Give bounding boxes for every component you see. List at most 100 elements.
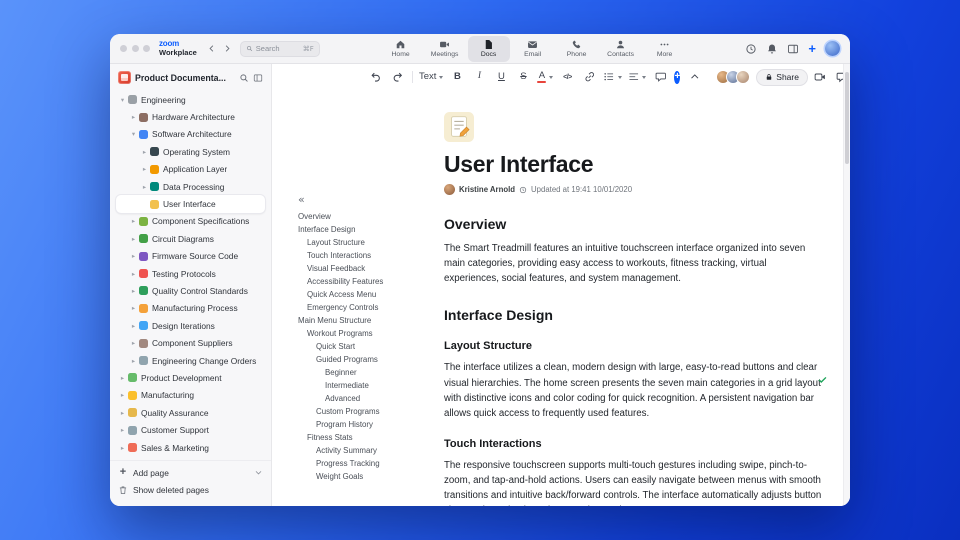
bullet-list-button[interactable] — [603, 69, 622, 86]
scrollbar[interactable] — [843, 64, 850, 506]
code-button[interactable]: </> — [559, 69, 575, 86]
maximize-window-button[interactable] — [143, 45, 150, 52]
chevron-right-icon[interactable]: ▸ — [118, 426, 127, 434]
outline-item-intermediate[interactable]: Intermediate — [298, 379, 444, 392]
notifications-bell-icon[interactable] — [766, 43, 778, 55]
outline-item-advanced[interactable]: Advanced — [298, 392, 444, 405]
outline-item-overview[interactable]: Overview — [298, 210, 444, 223]
outline-item-custom-programs[interactable]: Custom Programs — [298, 405, 444, 418]
sidebar-item-software-architecture[interactable]: ▾ Software Architecture — [116, 126, 265, 143]
sidebar-item-firmware-source-code[interactable]: ▸ Firmware Source Code — [116, 248, 265, 265]
global-search-input[interactable]: Search ⌘F — [239, 40, 320, 57]
outline-item-layout-structure[interactable]: Layout Structure — [298, 236, 444, 249]
chevron-right-icon[interactable]: ▸ — [129, 252, 138, 260]
sidebar-search-icon[interactable] — [239, 73, 249, 83]
chevron-right-icon[interactable]: ▸ — [129, 322, 138, 330]
add-page-button[interactable]: + Add page — [118, 464, 263, 481]
sidebar-item-sales-marketing[interactable]: ▸ Sales & Marketing — [116, 439, 265, 456]
doc-title[interactable]: User Interface — [444, 151, 822, 178]
chevron-right-icon[interactable]: ▸ — [129, 113, 138, 121]
outline-item-weight-goals[interactable]: Weight Goals — [298, 470, 444, 483]
back-button[interactable] — [207, 40, 216, 58]
collaborator-avatar[interactable] — [736, 70, 751, 84]
side-panel-icon[interactable] — [787, 43, 799, 55]
chevron-right-icon[interactable]: ▸ — [140, 165, 149, 173]
chevron-right-icon[interactable]: ▸ — [118, 444, 127, 452]
history-clock-icon[interactable] — [745, 43, 757, 55]
chevron-right-icon[interactable]: ▸ — [118, 409, 127, 417]
sidebar-item-quality-assurance[interactable]: ▸ Quality Assurance — [116, 404, 265, 421]
tab-docs[interactable]: Docs — [467, 35, 510, 62]
undo-button[interactable] — [368, 69, 384, 86]
outline-item-guided-programs[interactable]: Guided Programs — [298, 353, 444, 366]
outline-item-quick-start[interactable]: Quick Start — [298, 340, 444, 353]
tab-meetings[interactable]: Meetings — [424, 36, 466, 62]
chevron-right-icon[interactable]: ▸ — [118, 374, 127, 382]
chevron-right-icon[interactable]: ▸ — [129, 270, 138, 278]
video-camera-icon[interactable] — [814, 71, 826, 83]
sidebar-item-application-layer[interactable]: ▸ Application Layer — [116, 161, 265, 178]
link-button[interactable] — [581, 69, 597, 86]
insert-block-button[interactable]: + — [674, 70, 681, 84]
chevron-down-icon[interactable] — [254, 468, 263, 477]
outline-item-interface-design[interactable]: Interface Design — [298, 223, 444, 236]
scrollbar-thumb[interactable] — [844, 72, 849, 164]
show-deleted-pages-button[interactable]: Show deleted pages — [118, 481, 263, 498]
outline-item-beginner[interactable]: Beginner — [298, 366, 444, 379]
touch-interactions-heading[interactable]: Touch Interactions — [444, 438, 822, 450]
outline-item-accessibility-features[interactable]: Accessibility Features — [298, 275, 444, 288]
chevron-right-icon[interactable]: ▸ — [118, 391, 127, 399]
tab-more[interactable]: More — [644, 36, 686, 62]
sidebar-item-testing-protocols[interactable]: ▸ Testing Protocols — [116, 265, 265, 282]
outline-item-fitness-stats[interactable]: Fitness Stats — [298, 431, 444, 444]
sidebar-item-user-interface[interactable]: User Interface — [116, 195, 265, 213]
workspace-name[interactable]: Product Documenta... — [135, 73, 235, 83]
underline-button[interactable]: U — [493, 69, 509, 86]
user-avatar[interactable] — [824, 41, 840, 56]
outline-item-touch-interactions[interactable]: Touch Interactions — [298, 249, 444, 262]
sidebar-item-manufacturing-process[interactable]: ▸ Manufacturing Process — [116, 300, 265, 317]
sidebar-item-quality-control-standards[interactable]: ▸ Quality Control Standards — [116, 282, 265, 299]
chevron-right-icon[interactable]: ▸ — [129, 339, 138, 347]
sidebar-item-product-development[interactable]: ▸ Product Development — [116, 369, 265, 386]
sidebar-item-operating-system[interactable]: ▸ Operating System — [116, 143, 265, 160]
outline-item-emergency-controls[interactable]: Emergency Controls — [298, 301, 444, 314]
resolved-check-icon[interactable] — [817, 374, 828, 385]
collapse-toolbar-button[interactable] — [686, 69, 702, 86]
forward-button[interactable] — [223, 40, 232, 58]
chevron-down-icon[interactable]: ▾ — [118, 96, 127, 104]
outline-collapse-button[interactable]: « — [298, 194, 444, 205]
sidebar-item-data-processing[interactable]: ▸ Data Processing — [116, 178, 265, 195]
outline-item-progress-tracking[interactable]: Progress Tracking — [298, 457, 444, 470]
close-window-button[interactable] — [120, 45, 127, 52]
outline-item-workout-programs[interactable]: Workout Programs — [298, 327, 444, 340]
sidebar-item-manufacturing[interactable]: ▸ Manufacturing — [116, 387, 265, 404]
outline-item-quick-access-menu[interactable]: Quick Access Menu — [298, 288, 444, 301]
text-color-button[interactable]: A — [537, 69, 554, 86]
outline-item-visual-feedback[interactable]: Visual Feedback — [298, 262, 444, 275]
layout-structure-heading[interactable]: Layout Structure — [444, 340, 822, 352]
bold-button[interactable]: B — [449, 69, 465, 86]
outline-item-main-menu-structure[interactable]: Main Menu Structure — [298, 314, 444, 327]
chevron-right-icon[interactable]: ▸ — [140, 183, 149, 191]
overview-paragraph[interactable]: The Smart Treadmill features an intuitiv… — [444, 241, 822, 286]
sidebar-item-circuit-diagrams[interactable]: ▸ Circuit Diagrams — [116, 230, 265, 247]
chevron-right-icon[interactable]: ▸ — [129, 217, 138, 225]
chevron-right-icon[interactable]: ▸ — [129, 357, 138, 365]
outline-item-program-history[interactable]: Program History — [298, 418, 444, 431]
italic-button[interactable]: I — [471, 69, 487, 86]
chevron-down-icon[interactable]: ▾ — [129, 130, 138, 138]
overview-heading[interactable]: Overview — [444, 216, 822, 232]
layout-structure-paragraph[interactable]: The interface utilizes a clean, modern d… — [444, 360, 822, 421]
new-item-plus-button[interactable]: + — [808, 42, 816, 55]
doc-emoji-icon[interactable] — [444, 112, 474, 142]
interface-design-heading[interactable]: Interface Design — [444, 307, 822, 323]
touch-interactions-paragraph[interactable]: The responsive touchscreen supports mult… — [444, 458, 822, 506]
tab-email[interactable]: Email — [512, 36, 554, 62]
text-style-dropdown[interactable]: Text — [419, 69, 444, 86]
sidebar-collapse-icon[interactable] — [253, 73, 263, 83]
sidebar-item-customer-support[interactable]: ▸ Customer Support — [116, 421, 265, 438]
tab-contacts[interactable]: Contacts — [600, 36, 642, 62]
sidebar-item-engineering-change-orders[interactable]: ▸ Engineering Change Orders — [116, 352, 265, 369]
sidebar-item-engineering[interactable]: ▾ Engineering — [116, 91, 265, 108]
